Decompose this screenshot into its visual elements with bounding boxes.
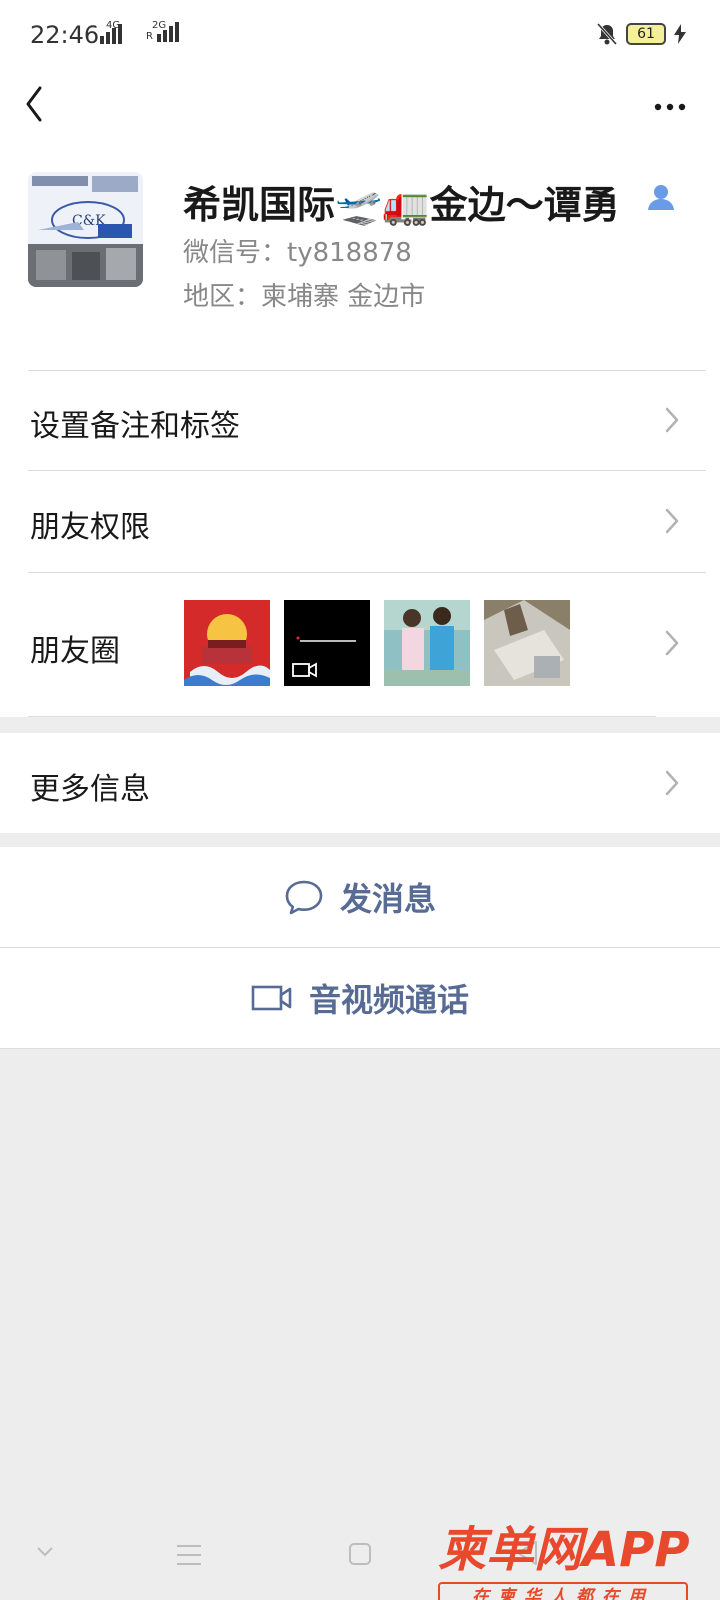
profile-name: 希凯国际🛫🚛金边～谭勇 xyxy=(183,183,620,227)
remark-tags-label: 设置备注和标签 xyxy=(30,409,240,444)
more-dots-icon xyxy=(654,103,686,111)
moments-video-thumbnail xyxy=(284,600,370,686)
charging-icon xyxy=(674,24,686,44)
divider xyxy=(28,470,706,471)
mute-bell-icon xyxy=(596,22,618,46)
status-time: 22:46 xyxy=(30,21,100,49)
chevron-right-icon xyxy=(665,630,679,656)
video-call-label: 音视频通话 xyxy=(308,981,469,1019)
divider xyxy=(28,716,656,717)
chevron-right-icon xyxy=(665,407,679,433)
menu-icon[interactable] xyxy=(176,1544,202,1566)
hide-nav-chevron-icon[interactable] xyxy=(36,1545,54,1559)
more-info-row[interactable]: 更多信息 xyxy=(0,733,720,833)
status-bar: 22:46 4G 2G R 61 xyxy=(0,0,720,70)
moments-thumbnail xyxy=(384,600,470,686)
divider xyxy=(28,572,706,573)
home-icon[interactable] xyxy=(348,1542,372,1566)
moments-row[interactable]: 朋友圈 xyxy=(0,572,720,717)
region: 地区：柬埔寨 金边市 xyxy=(183,282,426,312)
moments-thumbnail xyxy=(484,600,570,686)
watermark-logo: 柬单网APP 在柬华人都在用 xyxy=(438,1510,698,1600)
signal-4g-icon: 4G xyxy=(100,20,122,44)
video-camera-icon xyxy=(251,985,292,1011)
nav-bar xyxy=(0,70,720,130)
signal-2g-icon: 2G R xyxy=(146,20,179,42)
friend-permissions-label: 朋友权限 xyxy=(30,510,150,545)
divider xyxy=(0,1048,720,1049)
wechat-id: 微信号：ty818878 xyxy=(183,238,412,268)
chevron-right-icon xyxy=(665,508,679,534)
back-button[interactable] xyxy=(18,78,62,122)
more-info-label: 更多信息 xyxy=(30,772,150,807)
contact-person-icon xyxy=(648,185,674,210)
watermark-title: 柬单网APP xyxy=(438,1522,690,1578)
send-message-button[interactable]: 发消息 xyxy=(0,847,720,948)
chevron-right-icon xyxy=(665,770,679,796)
video-call-button[interactable]: 音视频通话 xyxy=(0,948,720,1049)
watermark-subtitle: 在柬华人都在用 xyxy=(438,1582,688,1600)
friend-permissions-row[interactable]: 朋友权限 xyxy=(0,470,720,572)
avatar[interactable]: C&K xyxy=(28,172,143,287)
more-options-button[interactable] xyxy=(650,80,694,120)
profile-header: C&K 希凯国际🛫🚛金边～谭勇 微信号：ty818878 地区：柬埔寨 金边市 xyxy=(0,130,720,370)
remark-tags-row[interactable]: 设置备注和标签 xyxy=(0,370,720,470)
battery-indicator: 61 xyxy=(626,23,666,45)
moments-label: 朋友圈 xyxy=(30,634,120,669)
moments-thumbnail xyxy=(184,600,270,686)
avatar-image: C&K xyxy=(28,172,143,287)
send-message-label: 发消息 xyxy=(339,880,436,918)
divider xyxy=(28,370,706,371)
chat-bubble-icon xyxy=(285,880,323,915)
back-arrow-icon xyxy=(26,86,42,122)
